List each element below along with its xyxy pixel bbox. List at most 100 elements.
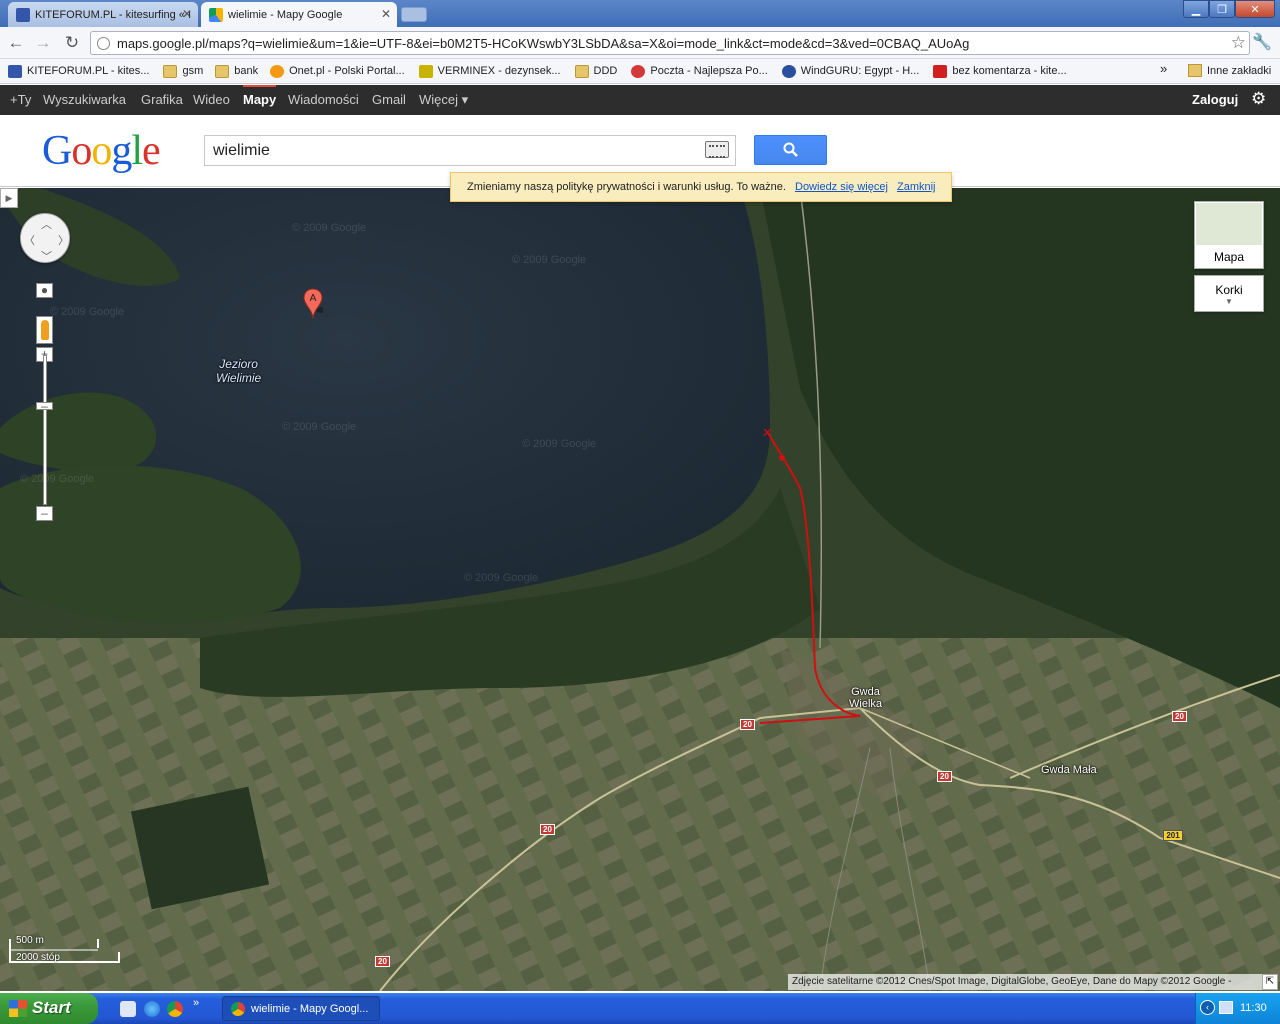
dismiss-notice-link[interactable]: Zamknij (897, 181, 936, 193)
zoom-handle[interactable]: – (36, 400, 53, 412)
start-button[interactable]: Start (0, 993, 98, 1024)
map-type-label: Mapa (1213, 250, 1245, 264)
bookmark-folder[interactable]: DDD (574, 64, 618, 78)
search-input[interactable]: wielimie (204, 135, 736, 166)
close-window-button[interactable]: ✕ (1235, 0, 1275, 18)
bookmark-item[interactable]: KITEFORUM.PL - kites... (8, 64, 150, 78)
browser-toolbar: ← → ↻ maps.google.pl/maps?q=wielimie&um=… (0, 27, 1280, 59)
close-icon[interactable]: ✕ (182, 7, 192, 21)
new-tab-button[interactable] (401, 7, 427, 22)
pan-up-icon[interactable]: ︿ (41, 216, 52, 232)
road-shield: 20 (540, 824, 555, 835)
folder-icon (215, 64, 230, 78)
youtube-icon (933, 64, 948, 78)
map-thumbnail (1196, 203, 1262, 245)
zoom-out-button[interactable]: – (36, 506, 53, 521)
watermark: © 2009 Google (522, 438, 597, 450)
google-bar: +Ty Wyszukiwarka Grafika Wideo Mapy Wiad… (0, 85, 1280, 115)
quicklaunch-more[interactable]: » (193, 997, 199, 1009)
gbar-search[interactable]: Wyszukiwarka (43, 92, 126, 107)
address-bar[interactable]: maps.google.pl/maps?q=wielimie&um=1&ie=U… (90, 31, 1250, 55)
windows-flag-icon (9, 1000, 27, 1017)
map-copyright: Zdjęcie satelitarne ©2012 Cnes/Spot Imag… (788, 974, 1268, 990)
logo-letter: o (71, 128, 92, 174)
bookmark-folder[interactable]: gsm (163, 64, 204, 78)
bookmark-item[interactable]: bez komentarza - kite... (933, 64, 1067, 78)
gbar-gmail[interactable]: Gmail (372, 92, 406, 107)
bookmark-label: DDD (593, 65, 618, 77)
globe-icon (97, 37, 110, 50)
expand-corner-icon[interactable]: ⇱ (1262, 974, 1278, 990)
traffic-button[interactable]: Korki ▼ (1194, 275, 1264, 312)
gbar-maps[interactable]: Mapy (243, 85, 277, 107)
bookmark-item[interactable]: Poczta - Najlepsza Po... (631, 64, 768, 78)
reload-icon[interactable]: ↻ (62, 33, 82, 53)
bookmark-item[interactable]: VERMINEX - dezynsek... (418, 64, 561, 78)
bookmark-folder[interactable]: bank (215, 64, 258, 78)
sign-in-link[interactable]: Zaloguj (1192, 92, 1238, 107)
gbar-news[interactable]: Wiadomości (288, 92, 359, 107)
town-label-line: Gwda (851, 686, 880, 698)
scale-imperial: 2000 stóp (16, 952, 60, 963)
ie-icon[interactable] (144, 1001, 160, 1017)
learn-more-link[interactable]: Dowiedz się więcej (795, 181, 888, 193)
tray-expand-icon[interactable]: ‹ (1200, 1000, 1215, 1015)
pan-left-icon[interactable]: 〈 (24, 232, 35, 248)
search-button[interactable] (754, 135, 827, 165)
folder-icon (1188, 64, 1202, 77)
town-label-gwda-mala: Gwda Mała (1041, 764, 1097, 776)
system-tray: ‹ 11:30 (1195, 993, 1280, 1024)
tab-kiteforum[interactable]: KITEFORUM.PL - kitesurfing « I ✕ (8, 2, 198, 27)
gbar-video[interactable]: Wideo (193, 92, 230, 107)
quicklaunch-icon[interactable] (120, 1001, 136, 1017)
bookmark-label: gsm (182, 65, 204, 77)
chrome-icon[interactable] (167, 1001, 183, 1017)
pan-down-icon[interactable]: ﹀ (41, 248, 52, 264)
marker-letter: A (310, 293, 317, 304)
network-icon[interactable] (1219, 1001, 1233, 1014)
watermark: © 2009 Google (292, 222, 367, 234)
back-arrow-icon[interactable]: ← (6, 33, 26, 53)
road-shield: 20 (1172, 711, 1187, 722)
wrench-icon[interactable]: 🔧 (1252, 32, 1272, 52)
kite-icon (16, 7, 30, 22)
minimize-button[interactable]: ▁ (1183, 0, 1209, 18)
zoom-slider[interactable] (43, 355, 47, 505)
watermark: © 2009 Google (20, 473, 95, 485)
close-icon[interactable]: ✕ (381, 7, 391, 21)
pan-right-icon[interactable]: 〉 (58, 232, 69, 248)
bookmark-star-icon[interactable]: ☆ (1231, 33, 1246, 53)
reset-view-button[interactable]: ● (36, 283, 53, 298)
keyboard-icon[interactable] (705, 141, 729, 158)
windguru-icon (781, 64, 796, 78)
bookmark-label: KITEFORUM.PL - kites... (27, 65, 150, 77)
map-type-button[interactable]: Mapa (1194, 201, 1264, 269)
pegman-icon[interactable] (36, 316, 53, 344)
gbar-plus-you[interactable]: +Ty (10, 92, 31, 107)
clock: 11:30 (1240, 1002, 1267, 1014)
maximize-button[interactable]: ❐ (1209, 0, 1235, 18)
gbar-images[interactable]: Grafika (141, 92, 183, 107)
marker-a[interactable]: A (303, 288, 323, 320)
gear-icon[interactable]: ⚙ (1251, 89, 1266, 109)
watermark: © 2009 Google (50, 306, 125, 318)
bookmarks-overflow-button[interactable]: » (1160, 61, 1167, 76)
forward-arrow-icon[interactable]: → (33, 33, 53, 53)
gbar-more[interactable]: Więcej ▾ (419, 92, 468, 108)
scale-metric: 500 m (16, 935, 44, 946)
other-bookmarks[interactable]: Inne zakładki (1188, 64, 1271, 77)
google-logo[interactable]: Google (42, 127, 161, 175)
tab-strip: KITEFORUM.PL - kitesurfing « I ✕ wielimi… (0, 0, 1280, 27)
bookmark-item[interactable]: WindGURU: Egypt - H... (781, 64, 919, 78)
watermark: © 2009 Google (512, 254, 587, 266)
taskbar-window-button[interactable]: wielimie - Mapy Googl... (222, 996, 380, 1021)
pan-control[interactable]: ︿ ﹀ 〈 〉 (20, 213, 70, 263)
road-shield: 201 (1163, 830, 1183, 841)
map-canvas[interactable]: ✕ © 2009 Google © 2009 Google © 2009 Goo… (0, 188, 1280, 991)
bookmark-item[interactable]: Onet.pl - Polski Portal... (270, 64, 405, 78)
bookmarks-bar: KITEFORUM.PL - kites... gsm bank Onet.pl… (0, 59, 1280, 84)
tab-maps[interactable]: wielimie - Mapy Google ✕ (201, 2, 397, 27)
side-panel-toggle[interactable]: ▶ (0, 188, 18, 208)
watermark: © 2009 Google (464, 572, 539, 584)
road-shield: 20 (937, 771, 952, 782)
